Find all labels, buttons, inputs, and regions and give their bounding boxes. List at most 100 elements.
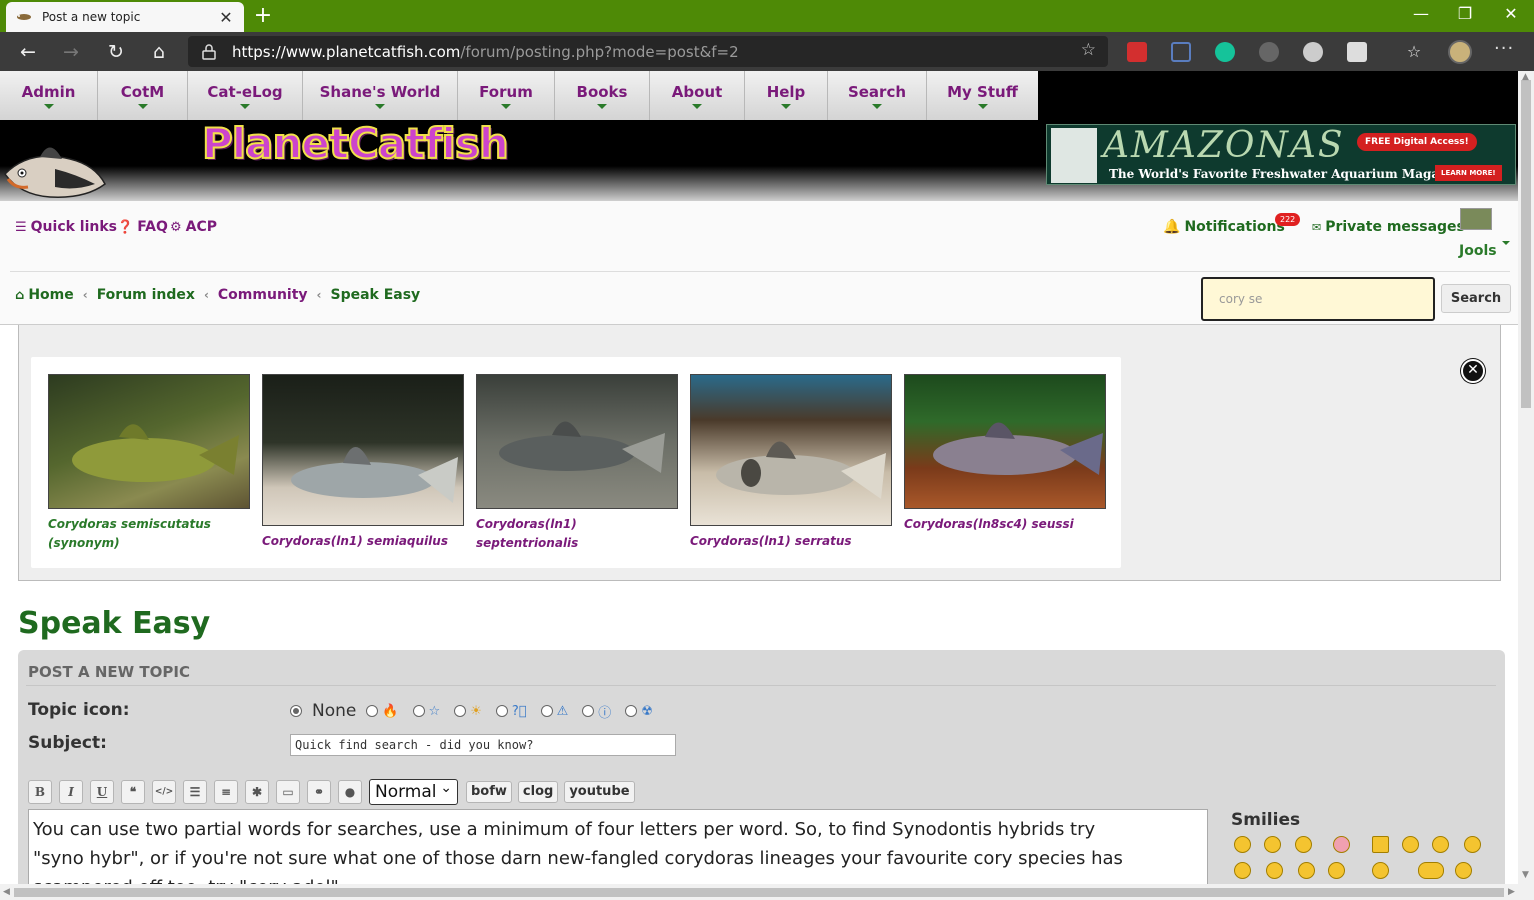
bofw-button[interactable]: bofw — [466, 781, 512, 803]
extension-gear-grey-icon[interactable] — [1259, 42, 1279, 62]
clog-button[interactable]: clog — [517, 781, 559, 803]
more-menu-icon[interactable]: ··· — [1494, 38, 1514, 59]
tab-close-icon[interactable]: ✕ — [218, 8, 234, 27]
menu-search[interactable]: Search — [828, 71, 927, 120]
link-icon[interactable]: ⚭ — [307, 780, 331, 804]
smiley-mad-icon[interactable] — [1333, 836, 1350, 853]
quickfind-result[interactable]: Corydoras semiscutatus (synonym) — [48, 374, 250, 553]
smiley-tongue-icon[interactable] — [1295, 836, 1312, 853]
site-logo[interactable]: PlanetCatfish — [201, 118, 510, 169]
restore-icon[interactable]: ❐ — [1442, 4, 1488, 23]
topic-icon-radio[interactable] — [454, 705, 467, 717]
color-drop-icon[interactable]: ● — [338, 780, 362, 804]
extension-bars-icon[interactable] — [1171, 42, 1191, 62]
address-bar[interactable]: https://www.planetcatfish.com /forum/pos… — [188, 36, 1108, 67]
asterisk-icon[interactable]: ✱ — [245, 780, 269, 804]
topic-icon-radio[interactable] — [582, 705, 595, 717]
acp-link[interactable]: ⚙ ACP — [170, 219, 217, 235]
catfish-photo[interactable] — [690, 374, 892, 526]
favorites-icon[interactable]: ☆ — [1401, 39, 1427, 65]
extension-gear-icon[interactable] — [1303, 42, 1323, 62]
breadcrumb-forum-index[interactable]: Forum index — [97, 287, 195, 303]
smiley-confused-icon[interactable] — [1432, 836, 1449, 853]
smiley-shocked-icon[interactable] — [1266, 862, 1283, 879]
username-menu[interactable]: Jools — [1459, 243, 1497, 259]
italic-icon[interactable]: I — [59, 780, 83, 804]
quickfind-result[interactable]: Corydoras(ln1) serratus — [690, 374, 892, 551]
menu-catelog[interactable]: Cat-eLog — [188, 71, 303, 120]
catfish-photo[interactable] — [904, 374, 1106, 509]
private-messages-link[interactable]: ✉ Private messages — [1312, 219, 1465, 235]
smiley-happy-icon[interactable] — [1372, 862, 1389, 879]
search-input[interactable]: cory se — [1201, 277, 1435, 321]
menu-help[interactable]: Help — [745, 71, 828, 120]
smiley-cool-icon[interactable] — [1264, 836, 1281, 853]
search-button[interactable]: Search — [1441, 284, 1511, 313]
minimize-icon[interactable]: — — [1398, 4, 1444, 23]
menu-my-stuff[interactable]: My Stuff — [927, 71, 1038, 120]
smiley-grin-icon[interactable] — [1234, 836, 1251, 853]
quote-icon[interactable]: ❝ — [121, 780, 145, 804]
quickfind-caption[interactable]: Corydoras(ln1) serratus — [690, 532, 892, 551]
underline-icon[interactable]: U — [90, 780, 114, 804]
quickfind-caption[interactable]: Corydoras(ln1) semiaquilus — [262, 532, 464, 551]
topic-icon-radio[interactable] — [540, 705, 553, 717]
browser-tab[interactable]: Post a new topic ✕ — [6, 2, 244, 32]
faq-link[interactable]: ❓ FAQ — [117, 219, 168, 235]
profile-avatar[interactable] — [1448, 40, 1472, 64]
quickfind-result[interactable]: Corydoras(ln8sc4) seussi — [904, 374, 1106, 534]
topic-icon-radio-none[interactable] — [290, 705, 302, 717]
close-icon[interactable]: ✕ — [1461, 359, 1485, 383]
catfish-photo[interactable] — [476, 374, 678, 509]
forward-icon[interactable]: → — [58, 39, 84, 65]
smiley-sad-icon[interactable] — [1234, 862, 1251, 879]
subject-input[interactable]: Quick find search - did you know? — [290, 734, 676, 756]
home-icon[interactable]: ⌂ — [146, 39, 172, 65]
smiley-thumbs-icon[interactable] — [1418, 862, 1444, 879]
breadcrumb-speak-easy[interactable]: Speak Easy — [330, 287, 420, 303]
quickfind-result[interactable]: Corydoras(ln1) septentrionalis — [476, 374, 678, 553]
breadcrumb-home[interactable]: Home — [28, 287, 73, 303]
code-icon[interactable]: </> — [152, 780, 176, 804]
extension-window-icon[interactable] — [1347, 42, 1367, 62]
bold-icon[interactable]: B — [28, 780, 52, 804]
catfish-photo[interactable] — [262, 374, 464, 526]
menu-admin[interactable]: Admin — [0, 71, 98, 120]
horizontal-scroll-thumb[interactable] — [14, 888, 1504, 897]
menu-cotm[interactable]: CotM — [98, 71, 188, 120]
numbered-list-icon[interactable]: ≡ — [214, 780, 238, 804]
scroll-down-icon[interactable]: ▼ — [1522, 870, 1529, 880]
grammarly-icon[interactable] — [1215, 42, 1235, 62]
scroll-up-icon[interactable]: ▲ — [1522, 72, 1529, 82]
image-icon[interactable]: ▭ — [276, 780, 300, 804]
topic-icon-radio[interactable] — [495, 705, 508, 717]
youtube-button[interactable]: youtube — [564, 781, 635, 803]
scroll-left-icon[interactable]: ◀ — [3, 887, 10, 897]
quickfind-caption[interactable]: Corydoras(ln1) septentrionalis — [476, 515, 678, 553]
smiley-smile-icon[interactable] — [1464, 836, 1481, 853]
reload-icon[interactable]: ↻ — [103, 39, 129, 65]
extension-red-icon[interactable] — [1127, 42, 1147, 62]
menu-about[interactable]: About — [650, 71, 745, 120]
banner-learn-more-button[interactable]: LEARN MORE! — [1435, 165, 1502, 181]
font-size-select[interactable]: Normal — [369, 776, 458, 805]
menu-forum[interactable]: Forum — [458, 71, 555, 120]
amazonas-banner-ad[interactable]: AMAZONAS The World's Favorite Freshwater… — [1046, 124, 1516, 185]
back-icon[interactable]: ← — [15, 39, 41, 65]
quick-links[interactable]: ☰ Quick links — [15, 219, 117, 235]
breadcrumb-community[interactable]: Community — [218, 287, 308, 303]
topic-icon-radio[interactable] — [412, 705, 425, 717]
window-close-icon[interactable]: ✕ — [1488, 4, 1534, 23]
topic-icon-radio[interactable] — [366, 705, 379, 717]
smiley-wink-icon[interactable] — [1402, 836, 1419, 853]
smiley-laugh-icon[interactable] — [1298, 862, 1315, 879]
scroll-right-icon[interactable]: ▶ — [1508, 887, 1515, 897]
quickfind-caption[interactable]: Corydoras semiscutatus (synonym) — [48, 515, 250, 553]
notifications-link[interactable]: 🔔 Notifications — [1163, 219, 1285, 235]
bookmark-star-icon[interactable]: ☆ — [1081, 40, 1096, 60]
page-title[interactable]: Speak Easy — [18, 606, 210, 641]
smiley-roll-icon[interactable] — [1455, 862, 1472, 879]
user-avatar[interactable] — [1460, 208, 1492, 230]
menu-books[interactable]: Books — [555, 71, 650, 120]
smiley-neutral-icon[interactable] — [1328, 862, 1345, 879]
